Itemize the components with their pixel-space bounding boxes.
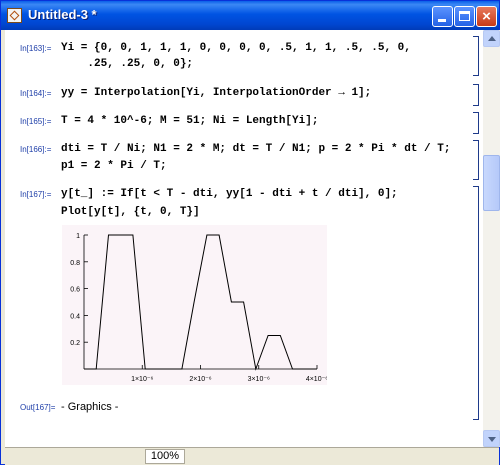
input-label: In[165]:= [20, 117, 52, 126]
input-label: In[163]:= [20, 44, 52, 53]
plot-svg: 1×10⁻⁶ 2×10⁻⁶ 3×10⁻⁶ 4×10⁻⁶ 0.2 0.4 0.6 0.8 1 [70, 233, 327, 383]
input-line[interactable]: Plot[y[t], {t, 0, T}] [61, 206, 200, 218]
y-tick-label: 0.6 [70, 287, 80, 294]
cell-bracket[interactable] [473, 36, 479, 76]
maximize-icon [459, 11, 470, 21]
input-label: In[167]:= [20, 190, 52, 199]
scroll-up-button[interactable] [483, 30, 500, 47]
x-tick-label: 4×10⁻⁶ [306, 376, 327, 383]
input-line[interactable]: y[t_] := If[t < T - dti, yy[1 - dti + t … [61, 188, 398, 200]
app-icon[interactable] [7, 8, 22, 23]
cell-bracket[interactable] [473, 84, 479, 106]
input-line[interactable]: dti = T / Ni; N1 = 2 * M; dt = T / N1; p… [61, 143, 450, 155]
minimize-button[interactable] [432, 6, 453, 27]
scroll-down-button[interactable] [483, 430, 500, 447]
input-label: In[164]:= [20, 89, 52, 98]
close-icon: × [482, 8, 491, 25]
y-tick-label: 0.4 [70, 313, 80, 320]
scroll-thumb[interactable] [483, 155, 500, 211]
status-bar: 100% [5, 447, 499, 465]
window-title: Untitled-3 * [28, 7, 97, 22]
input-line[interactable]: p1 = 2 * Pi / T; [61, 160, 167, 172]
input-line[interactable]: T = 4 * 10^-6; M = 51; Ni = Length[Yi]; [61, 115, 318, 127]
close-button[interactable]: × [476, 6, 497, 27]
application-window: Untitled-3 * × In[163]:= Yi = {0, 0, 1, … [0, 0, 500, 465]
series-line [84, 234, 317, 371]
input-line[interactable]: Yi = {0, 0, 1, 1, 1, 0, 0, 0, 0, .5, 1, … [61, 42, 411, 54]
x-tick-label: 3×10⁻⁶ [248, 376, 270, 383]
cell-bracket[interactable] [473, 140, 479, 180]
y-tick-label: 0.8 [70, 260, 80, 267]
zoom-level[interactable]: 100% [145, 449, 185, 464]
y-tick-label: 1 [76, 233, 80, 240]
title-bar[interactable]: Untitled-3 * × [1, 1, 499, 30]
plot-graphic[interactable]: 1×10⁻⁶ 2×10⁻⁶ 3×10⁻⁶ 4×10⁻⁶ 0.2 0.4 0.6 0.8 1 [62, 225, 327, 385]
arrow-up-icon [488, 36, 496, 41]
notebook-content[interactable]: In[163]:= Yi = {0, 0, 1, 1, 1, 0, 0, 0, … [5, 30, 483, 447]
y-tick-label: 0.2 [70, 340, 80, 347]
arrow-down-icon [488, 437, 496, 442]
input-line[interactable]: .25, .25, 0, 0}; [61, 58, 193, 70]
x-tick-label: 2×10⁻⁶ [189, 376, 211, 383]
input-label: In[166]:= [20, 145, 52, 154]
vertical-scrollbar[interactable] [483, 30, 500, 447]
output-label: Out[167]= [20, 403, 56, 412]
maximize-button[interactable] [454, 6, 475, 27]
cell-bracket[interactable] [473, 112, 479, 134]
input-line[interactable]: yy = Interpolation[Yi, InterpolationOrde… [61, 87, 371, 99]
output-text[interactable]: - Graphics - [61, 401, 118, 413]
minimize-icon [438, 19, 446, 22]
cell-bracket[interactable] [473, 186, 479, 420]
x-tick-label: 1×10⁻⁶ [131, 376, 153, 383]
